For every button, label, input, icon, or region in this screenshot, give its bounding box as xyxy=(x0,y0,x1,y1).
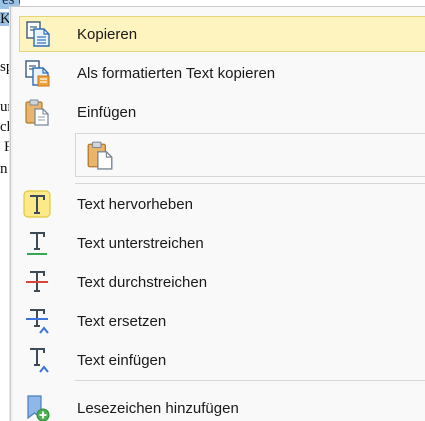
clipboard-paste-icon xyxy=(19,94,55,130)
menu-item-label: Text durchstreichen xyxy=(77,273,208,291)
menu-item-insert[interactable]: Text einfügen xyxy=(19,342,425,378)
menu-item-strikethrough[interactable]: Text durchstreichen xyxy=(19,264,425,300)
menu-item-bookmark[interactable]: Lesezeichen hinzufügen xyxy=(19,390,425,421)
bookmark-add-icon xyxy=(19,390,55,421)
menu-item-label: Als formatierten Text kopieren xyxy=(77,64,276,82)
menu-item-label: Lesezeichen hinzufügen xyxy=(77,399,239,417)
menu-item-paste[interactable]: Einfügen xyxy=(19,94,425,130)
screen: es bis dato unverständlicher K sp un ch … xyxy=(0,0,425,421)
menu-item-copy-formatted[interactable]: Als formatierten Text kopieren xyxy=(19,55,425,91)
doc-fragment: n xyxy=(0,161,8,177)
menu-item-label: Text ersetzen xyxy=(77,312,167,330)
menu-item-label: Kopieren xyxy=(77,25,138,43)
menu-item-label: Text einfügen xyxy=(77,351,167,369)
paste-options-box xyxy=(75,133,425,177)
menu-item-paste-option[interactable] xyxy=(82,138,118,172)
copy-document-icon xyxy=(20,16,56,52)
clipboard-document-icon xyxy=(85,140,115,170)
text-replace-icon xyxy=(19,303,55,339)
menu-item-underline[interactable]: Text unterstreichen xyxy=(19,225,425,261)
copy-formatted-icon xyxy=(19,55,55,91)
menu-item-replace[interactable]: Text ersetzen xyxy=(19,303,425,339)
menu-item-label: Text unterstreichen xyxy=(77,234,204,252)
menu-item-label: Text hervorheben xyxy=(77,195,193,213)
menu-separator xyxy=(75,380,425,381)
text-strikethrough-icon xyxy=(19,264,55,300)
menu-item-highlight[interactable]: Text hervorheben xyxy=(19,186,425,222)
context-menu: Kopieren Als formatierten Text kopieren xyxy=(10,6,425,421)
menu-item-copy[interactable]: Kopieren xyxy=(19,16,425,52)
text-insert-icon xyxy=(19,342,55,378)
menu-separator xyxy=(75,183,425,184)
menu-gutter xyxy=(11,7,13,421)
text-underline-icon xyxy=(19,225,55,261)
text-highlight-icon xyxy=(19,186,55,222)
menu-item-label: Einfügen xyxy=(77,103,137,121)
